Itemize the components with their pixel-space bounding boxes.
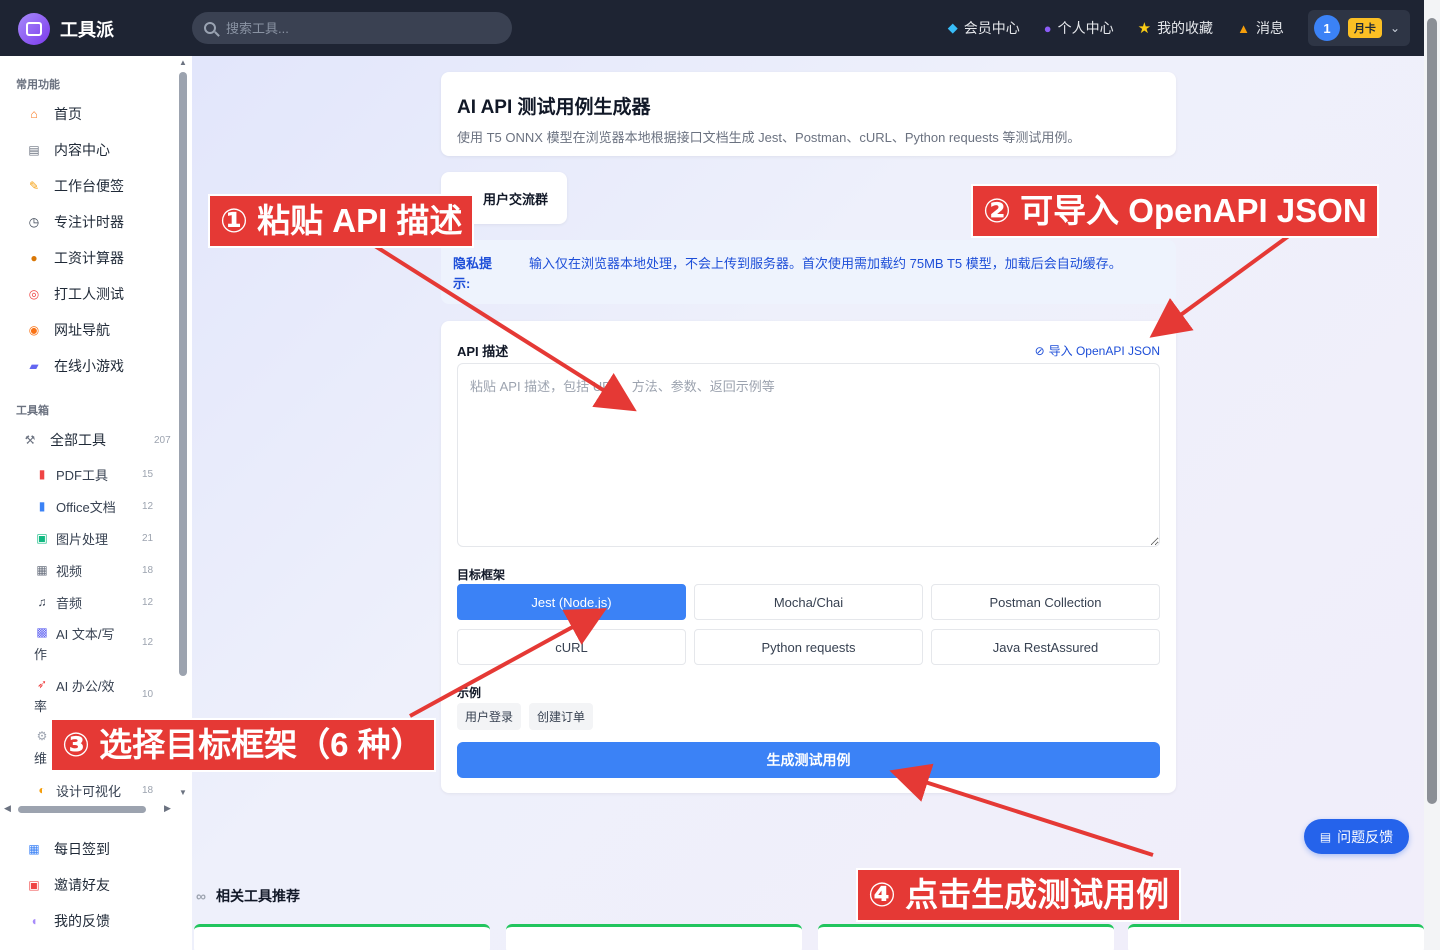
annotation-arrows (373, 233, 1292, 857)
annotation-step4: ④ 点击生成测试用例 (856, 868, 1182, 922)
annotation-step3: ③ 选择目标框架（6 种） (50, 718, 436, 772)
annotation-step1: ① 粘贴 API 描述 (208, 194, 475, 248)
arrow-step2 (1149, 233, 1292, 338)
arrow-step1 (373, 244, 637, 412)
arrow-step3 (409, 608, 608, 718)
annotation-step2: ② 可导入 OpenAPI JSON (971, 184, 1379, 238)
arrow-step4 (889, 763, 1154, 857)
